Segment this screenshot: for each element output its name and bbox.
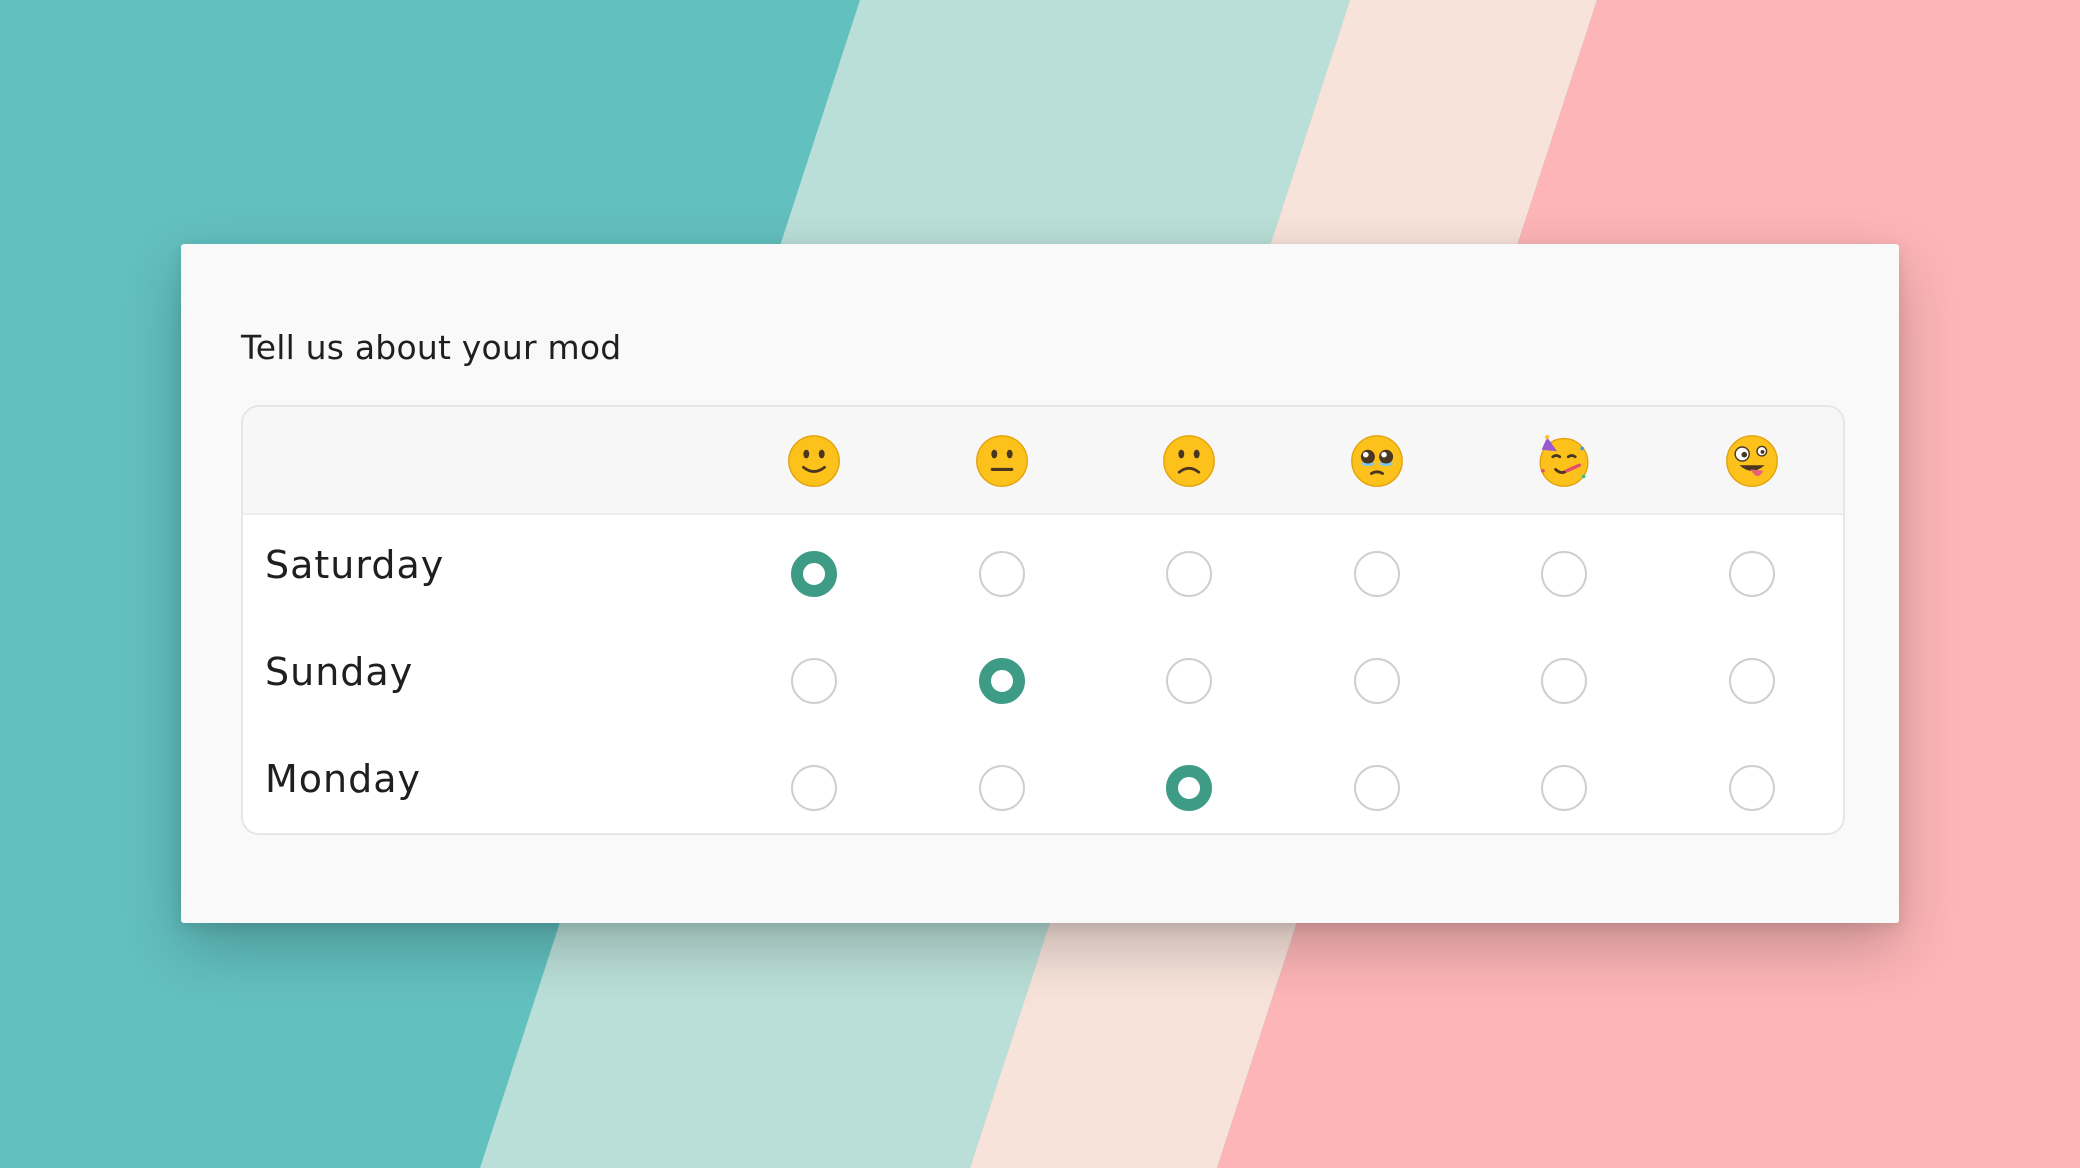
radio-sunday-3[interactable]	[1166, 658, 1212, 704]
radio-sunday-1[interactable]	[791, 658, 837, 704]
zany-face-icon	[1726, 435, 1778, 487]
radio-sunday-6[interactable]	[1729, 658, 1775, 704]
radio-monday-4[interactable]	[1354, 765, 1400, 811]
emoji-header-row	[243, 407, 1843, 515]
radio-sunday-5[interactable]	[1541, 658, 1587, 704]
form-title: Tell us about your mod	[241, 328, 622, 367]
radio-saturday-5[interactable]	[1541, 551, 1587, 597]
neutral-face-icon	[976, 435, 1028, 487]
radio-saturday-2[interactable]	[979, 551, 1025, 597]
row-monday: Monday	[243, 729, 1843, 833]
radio-monday-2[interactable]	[979, 765, 1025, 811]
radio-monday-5[interactable]	[1541, 765, 1587, 811]
radio-monday-6[interactable]	[1729, 765, 1775, 811]
radio-sunday-4[interactable]	[1354, 658, 1400, 704]
radio-monday-1[interactable]	[791, 765, 837, 811]
rating-grid: Saturday Sunday Monday	[241, 405, 1845, 835]
radio-saturday-1[interactable]	[791, 551, 837, 597]
row-sunday: Sunday	[243, 622, 1843, 728]
row-label-saturday: Saturday	[265, 543, 445, 587]
row-label-sunday: Sunday	[265, 650, 414, 694]
radio-saturday-3[interactable]	[1166, 551, 1212, 597]
partying-face-icon	[1539, 434, 1589, 487]
row-label-monday: Monday	[265, 757, 422, 801]
row-saturday: Saturday	[243, 515, 1843, 621]
slightly-frowning-face-icon	[1163, 435, 1215, 487]
radio-monday-3[interactable]	[1166, 765, 1212, 811]
pleading-face-icon	[1351, 435, 1403, 487]
radio-sunday-2[interactable]	[979, 658, 1025, 704]
radio-saturday-4[interactable]	[1354, 551, 1400, 597]
radio-saturday-6[interactable]	[1729, 551, 1775, 597]
survey-card: Tell us about your mod Saturday Sunday M…	[181, 244, 1899, 923]
slightly-smiling-face-icon	[788, 435, 840, 487]
